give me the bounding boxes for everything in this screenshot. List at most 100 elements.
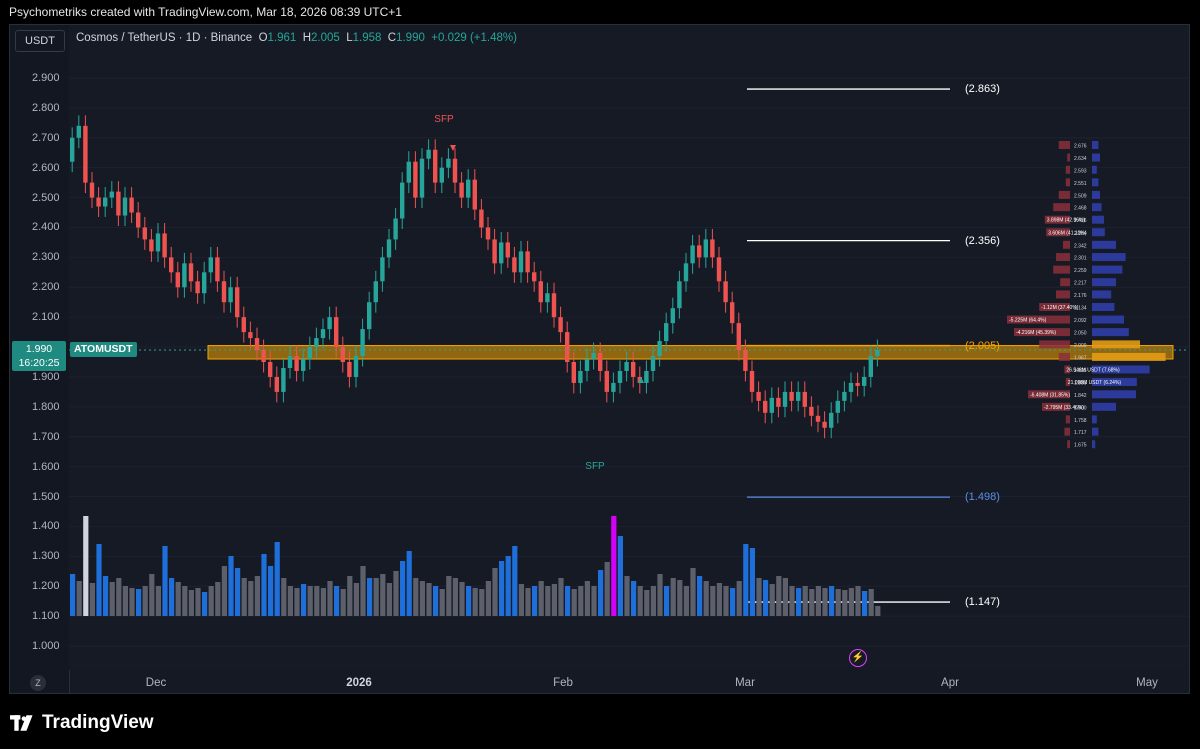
candle-body (611, 382, 616, 392)
y-tick-label: 2.300 (32, 251, 60, 264)
volume-bar (76, 581, 82, 616)
candle-body (287, 356, 293, 368)
candle-body (598, 353, 603, 371)
level-label: (1.498) (965, 491, 1000, 504)
candle-body (439, 167, 444, 183)
candle-body (459, 182, 464, 198)
volume-bar (723, 586, 729, 616)
candle-body (822, 421, 827, 428)
volume-bar (248, 581, 254, 616)
volume-bar (670, 578, 676, 616)
profile-sell-bar (1053, 203, 1070, 212)
chart-canvas[interactable]: 2.6762.6342.5932.5512.5092.4682.4263.898… (10, 25, 1189, 693)
candle-body (749, 370, 755, 392)
sfp-top-label: SFP (434, 114, 454, 125)
candle-body (373, 281, 378, 303)
currency-button[interactable]: USDT (15, 30, 65, 52)
profile-buy-bar (1092, 415, 1097, 424)
volume-bar (611, 516, 617, 616)
volume-bar (360, 566, 366, 616)
profile-buy-bar (1092, 240, 1116, 249)
candle-body (129, 197, 134, 213)
y-tick-label: 1.200 (32, 580, 60, 593)
volume-bar (743, 544, 749, 616)
profile-sell-bar (1053, 265, 1070, 274)
profile-buy-bar (1092, 153, 1100, 162)
candle-body (690, 245, 695, 264)
volume-bar (512, 546, 518, 616)
volume-bar (650, 586, 656, 616)
volume-bar (855, 586, 861, 616)
volume-bar (802, 586, 808, 616)
volume-bar (155, 586, 161, 616)
volume-bar (320, 588, 326, 616)
profile-buy-bar (1092, 278, 1116, 287)
candle-body (393, 218, 398, 240)
candle-body (254, 338, 260, 351)
volume-bar (188, 590, 194, 616)
symbol-legend: Cosmos / TetherUS · 1D · Binance O1.961 … (76, 32, 517, 44)
volume-bar (235, 568, 241, 616)
y-tick-label: 2.500 (32, 191, 60, 204)
volume-bar (716, 583, 722, 616)
volume-bar (703, 581, 709, 616)
chart-frame: 2.676 2.634 2.593 2.551 2.509 2.468 2.426 3.898… (9, 24, 1190, 694)
candle-body (155, 233, 161, 252)
volume-bar (492, 568, 498, 616)
volume-bar (221, 566, 227, 616)
volume-bar (591, 586, 597, 616)
legend-high: 2.005 (311, 32, 340, 44)
candle-body (571, 362, 576, 383)
candle-body (730, 302, 735, 324)
candle-body (162, 233, 167, 258)
profile-price-label: 2.050 (1074, 331, 1087, 337)
profile-sell-bar (1058, 140, 1070, 149)
lightning-icon[interactable]: ⚡ (849, 649, 867, 667)
legend-c-label: C (387, 32, 397, 44)
chart-caption: Psychometriks created with TradingView.c… (0, 0, 1200, 24)
volume-bar (281, 578, 287, 616)
y-tick-label: 1.400 (32, 520, 60, 533)
volume-bar (505, 556, 511, 616)
volume-bar (485, 581, 491, 616)
candle-body (215, 257, 220, 282)
volume-bar (551, 584, 557, 616)
candle-body (789, 391, 794, 401)
y-tick-label: 1.100 (32, 610, 60, 623)
volume-bar (96, 544, 102, 616)
volume-bar (136, 589, 142, 616)
profile-sell-bar (1039, 340, 1070, 349)
profile-sell-bar (1058, 190, 1070, 199)
candle-body (525, 251, 530, 273)
candle-body (650, 356, 656, 371)
profile-buy-bar (1092, 178, 1099, 187)
volume-bar (162, 546, 168, 616)
profile-delta-label: 26.546M USDT (7.68%) (1066, 367, 1120, 373)
volume-bar (604, 562, 610, 616)
y-tick-label: 2.600 (32, 161, 60, 174)
last-price-tag: 1.990 16:20:25 (12, 341, 66, 371)
volume-bar (730, 588, 736, 616)
volume-bar (294, 588, 300, 616)
profile-delta-label: -1.12M (37.40%) (1041, 305, 1079, 311)
candle-body (314, 338, 319, 348)
volume-bar (116, 578, 122, 616)
profile-price-label: 2.593 (1074, 168, 1087, 174)
candle-body (406, 161, 411, 183)
candle-body (591, 353, 596, 360)
candle-body (340, 347, 345, 362)
volume-bar (287, 586, 293, 616)
legend-open: 1.961 (267, 32, 297, 44)
profile-price-label: 2.176 (1074, 293, 1087, 299)
volume-bar (327, 581, 333, 616)
volume-bar (736, 581, 742, 616)
profile-buy-bar (1092, 165, 1097, 174)
volume-bar (829, 586, 835, 616)
profile-delta-label: -2.795M (33.46%) (1044, 405, 1084, 411)
candle-body (419, 158, 425, 198)
z-button[interactable]: Z (30, 675, 46, 691)
candle-body (413, 161, 418, 198)
volume-bar (815, 586, 821, 616)
volume-bar (353, 583, 359, 616)
profile-sell-bar (1056, 253, 1070, 262)
